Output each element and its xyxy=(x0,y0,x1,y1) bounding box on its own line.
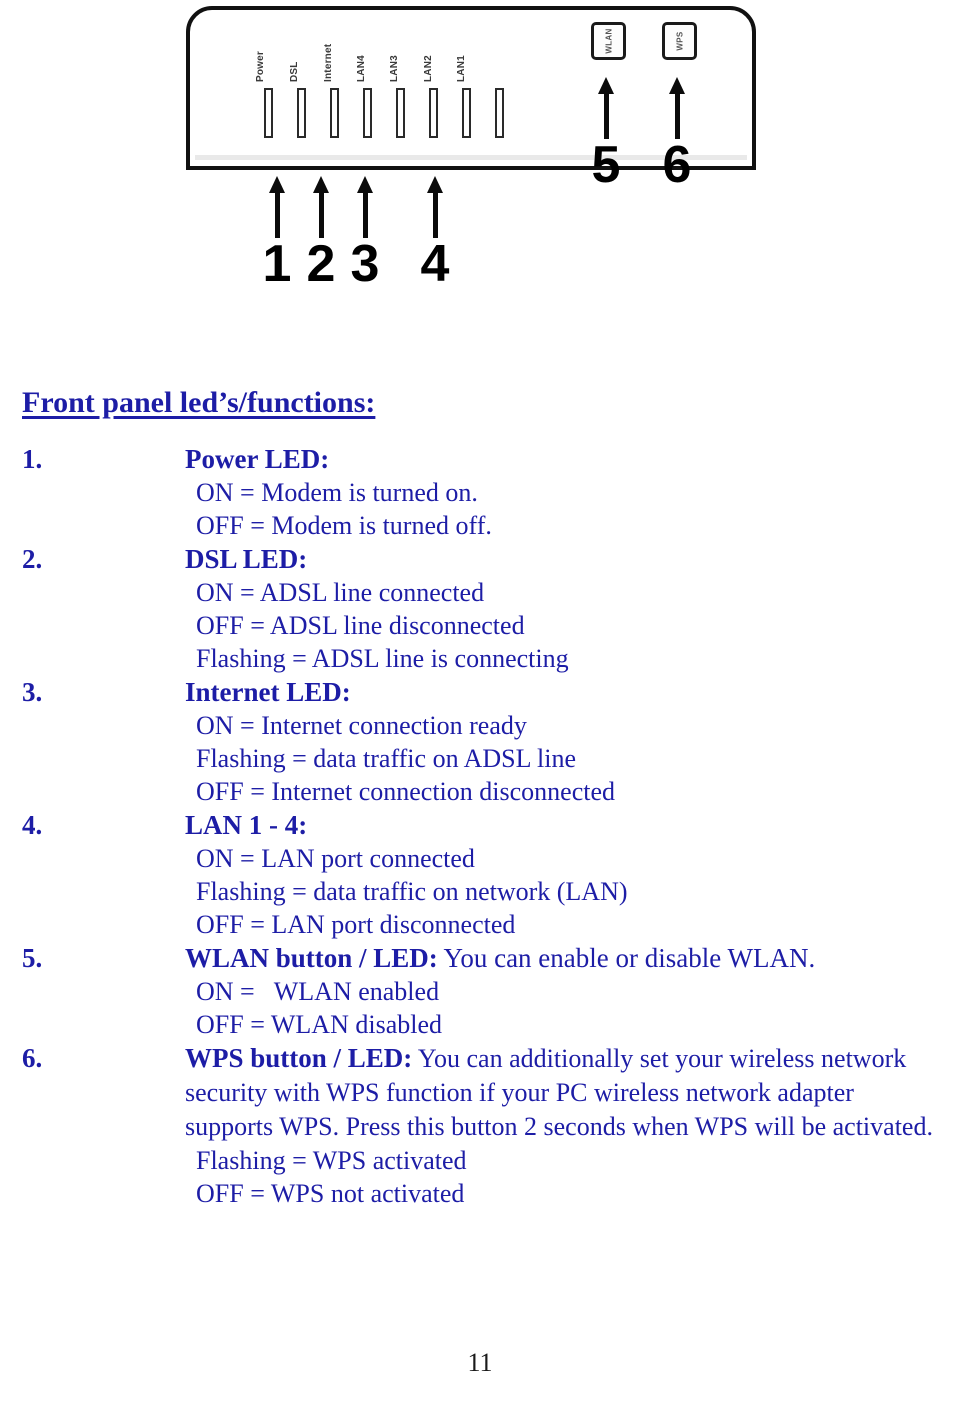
led-slot-lan1 xyxy=(462,88,471,138)
list-item-title-bold: Internet LED: xyxy=(185,677,351,707)
list-item-desc: OFF = Internet connection disconnected xyxy=(196,777,615,806)
list-item-number: 1. xyxy=(22,444,43,474)
callout-number: 3 xyxy=(350,235,380,293)
list-item-desc: Flashing = ADSL line is connecting xyxy=(196,644,569,673)
list-item-title-bold: WPS button / LED: xyxy=(185,1043,413,1073)
led-slot-internet xyxy=(330,88,339,138)
callout-arrow-up-icon xyxy=(350,176,380,238)
callout-arrow-up-icon xyxy=(420,176,450,238)
list-item-number: 4. xyxy=(22,810,43,840)
list-item-desc: OFF = ADSL line disconnected xyxy=(196,611,525,640)
list-item: 6. WPS button / LED: You can additionall… xyxy=(0,1041,960,1210)
wlan-button-label: WLAN xyxy=(604,28,613,54)
page-number: 11 xyxy=(467,1348,493,1377)
led-label-lan3: LAN3 xyxy=(389,55,400,82)
led-label-internet: Internet xyxy=(323,43,334,82)
led-label-lan2: LAN2 xyxy=(423,55,434,82)
list-item-number: 2. xyxy=(22,544,43,574)
list-item-title: DSL LED: xyxy=(185,542,948,576)
list-item: 3. Internet LED: ON = Internet connectio… xyxy=(0,675,960,808)
callout-6: 6 xyxy=(662,77,692,194)
list-item-desc: ON = Internet connection ready xyxy=(196,711,527,740)
led-slot-lan2 xyxy=(429,88,438,138)
callout-number: 4 xyxy=(420,235,450,293)
wps-button[interactable]: WPS xyxy=(662,22,697,60)
callout-number: 1 xyxy=(262,235,292,293)
callout-number: 5 xyxy=(591,136,621,194)
list-item-title-rest: You can enable or disable WLAN. xyxy=(437,943,816,973)
wps-button-label: WPS xyxy=(675,31,684,51)
list-item-title: LAN 1 - 4: xyxy=(185,808,948,842)
callout-4: 4 xyxy=(420,176,450,293)
list-item: 5. WLAN button / LED: You can enable or … xyxy=(0,941,960,1041)
list-item-desc: Flashing = data traffic on network (LAN) xyxy=(196,877,628,906)
led-slot-lan3 xyxy=(396,88,405,138)
list-item-title-bold: DSL LED: xyxy=(185,544,308,574)
led-slot-dsl xyxy=(297,88,306,138)
list-item-title-bold: Power LED: xyxy=(185,444,330,474)
led-slot-power xyxy=(264,88,273,138)
led-label-power: Power xyxy=(255,50,266,82)
led-label-dsl: DSL xyxy=(289,61,300,82)
list-item-title: WPS button / LED: You can additionally s… xyxy=(185,1041,948,1144)
list-item-number: 6. xyxy=(22,1043,43,1073)
list-item-desc: ON = Modem is turned on. xyxy=(196,478,478,507)
list-item-title: WLAN button / LED: You can enable or dis… xyxy=(185,941,948,975)
callout-number: 6 xyxy=(662,136,692,194)
list-item-desc: OFF = Modem is turned off. xyxy=(196,511,492,540)
led-label-lan4: LAN4 xyxy=(356,55,367,82)
list-item-desc: ON = WLAN enabled xyxy=(196,977,440,1006)
page-title: Front panel led’s/functions: xyxy=(22,386,376,419)
list-item: 2. DSL LED: ON = ADSL line connected OFF… xyxy=(0,542,960,675)
list-item-title-bold: WLAN button / LED: xyxy=(185,943,438,973)
callout-arrow-up-icon xyxy=(662,77,692,139)
list-item-desc: OFF = LAN port disconnected xyxy=(196,910,516,939)
list-item-title: Power LED: xyxy=(185,442,948,476)
led-function-list: 1. Power LED: ON = Modem is turned on. O… xyxy=(0,442,960,1210)
list-item-desc: OFF = WLAN disabled xyxy=(196,1010,443,1039)
list-item-desc: Flashing = WPS activated xyxy=(196,1146,467,1175)
callout-arrow-up-icon xyxy=(591,77,621,139)
list-item: 1. Power LED: ON = Modem is turned on. O… xyxy=(0,442,960,542)
led-label-lan1: LAN1 xyxy=(456,55,467,82)
list-item-number: 5. xyxy=(22,943,43,973)
list-item-number: 3. xyxy=(22,677,43,707)
wlan-button[interactable]: WLAN xyxy=(591,22,626,60)
callout-2: 2 xyxy=(306,176,336,293)
callout-1: 1 xyxy=(262,176,292,293)
list-item: 4. LAN 1 - 4: ON = LAN port connected Fl… xyxy=(0,808,960,941)
led-slot-extra xyxy=(495,88,504,138)
led-label-group: Power DSL Internet LAN4 LAN3 LAN2 LAN1 xyxy=(255,18,504,82)
callout-number: 2 xyxy=(306,235,336,293)
led-slot-lan4 xyxy=(363,88,372,138)
callout-arrow-up-icon xyxy=(262,176,292,238)
list-item-title: Internet LED: xyxy=(185,675,948,709)
list-item-desc: ON = ADSL line connected xyxy=(196,578,485,607)
list-item-title-bold: LAN 1 - 4: xyxy=(185,810,308,840)
led-slot-group xyxy=(264,88,504,138)
list-item-desc: Flashing = data traffic on ADSL line xyxy=(196,744,577,773)
list-item-desc: ON = LAN port connected xyxy=(196,844,475,873)
callout-arrow-up-icon xyxy=(306,176,336,238)
callout-3: 3 xyxy=(350,176,380,293)
list-item-desc: OFF = WPS not activated xyxy=(196,1179,465,1208)
callout-5: 5 xyxy=(591,77,621,194)
